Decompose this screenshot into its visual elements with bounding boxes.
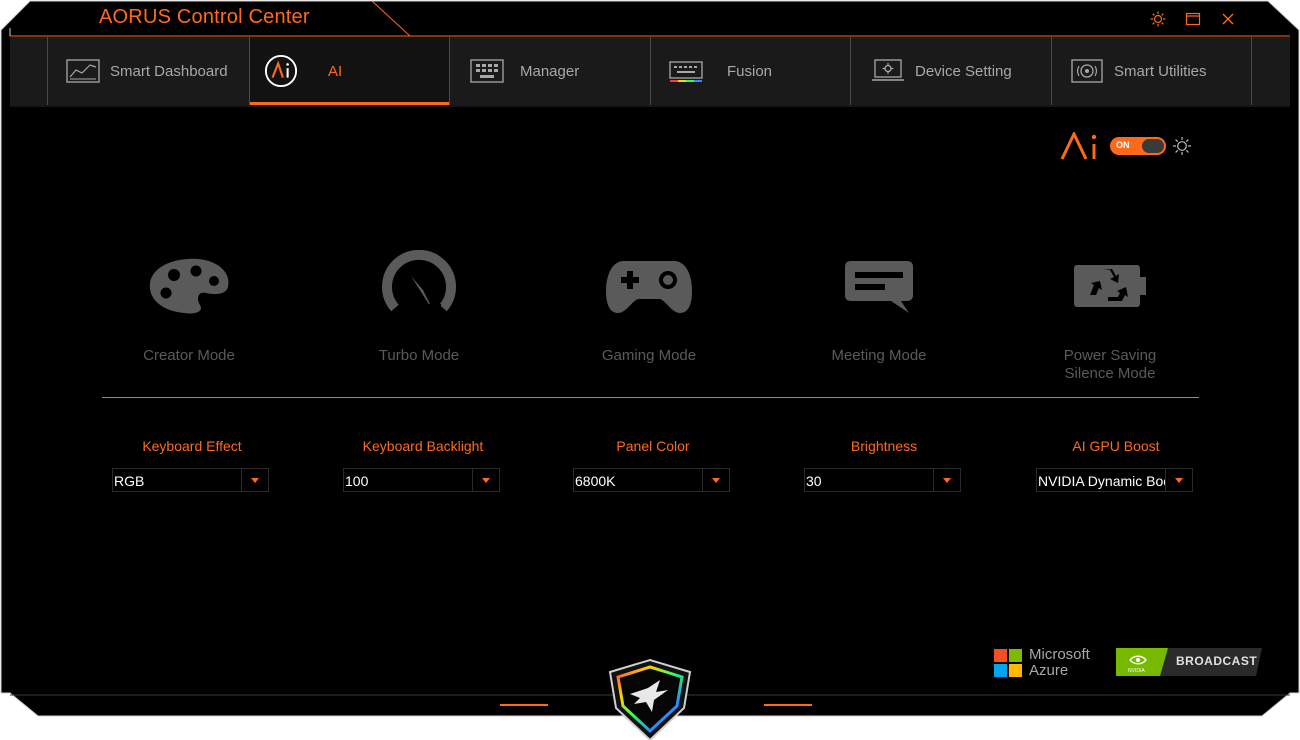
keyboard-effect-setting: Keyboard Effect RGB: [112, 438, 272, 492]
gamepad-icon: [559, 250, 739, 320]
keyboard-backlight-select[interactable]: 100: [343, 468, 500, 492]
dropdown-arrow-icon[interactable]: [702, 469, 729, 491]
recycle-battery-icon: [1020, 250, 1200, 320]
keyboard-effect-select[interactable]: RGB: [112, 468, 269, 492]
meeting-mode-button[interactable]: Meeting Mode: [789, 250, 969, 365]
brightness-label: Brightness: [850, 438, 918, 454]
ai-gpu-boost-setting: AI GPU Boost NVIDIA Dynamic Boost: [1036, 438, 1196, 492]
aorus-shield-logo: [608, 658, 692, 740]
aorus-control-center-window: AORUS Control Center Smart Dashboard AI …: [0, 0, 1300, 740]
device-setting-icon: [871, 59, 905, 83]
speedometer-icon: [329, 250, 509, 320]
section-divider: [102, 397, 1199, 398]
main-tab-bar: Smart Dashboard AI Manager Fusion Device…: [10, 37, 1290, 105]
ai-gpu-boost-label: AI GPU Boost: [1072, 438, 1160, 454]
app-title: AORUS Control Center: [99, 6, 310, 28]
panel-color-label: Panel Color: [616, 438, 690, 454]
close-icon: [1222, 13, 1234, 25]
microsoft-text: Microsoft: [1029, 646, 1090, 663]
dropdown-arrow-icon[interactable]: [472, 469, 499, 491]
broadcast-text: BROADCAST: [1176, 654, 1258, 668]
brightness-select[interactable]: 30: [804, 468, 961, 492]
dashboard-icon: [66, 59, 100, 83]
palette-icon: [99, 250, 279, 320]
nvidia-broadcast-logo: NVIDIA BROADCAST: [1116, 648, 1262, 676]
chat-bubble-icon: [789, 250, 969, 320]
mode-label-line1: Power Saving: [1063, 347, 1157, 364]
brightness-setting: Brightness 30: [804, 438, 964, 492]
ai-logo-icon: [1060, 132, 1097, 160]
power-saving-silence-mode-button[interactable]: Power Saving Silence Mode: [1020, 250, 1200, 383]
close-button[interactable]: [1217, 8, 1239, 30]
gear-icon: [1150, 11, 1166, 27]
maximize-button[interactable]: [1182, 8, 1204, 30]
dropdown-arrow-icon[interactable]: [1165, 469, 1192, 491]
fusion-keyboard-icon: [669, 59, 703, 83]
microsoft-azure-logo: Microsoft Azure: [994, 647, 1090, 679]
dropdown-arrow-icon[interactable]: [933, 469, 960, 491]
ai-toggle-group: ON: [1060, 132, 1192, 160]
keyboard-backlight-label: Keyboard Backlight: [362, 438, 484, 454]
panel-color-setting: Panel Color 6800K: [573, 438, 733, 492]
turbo-mode-button[interactable]: Turbo Mode: [329, 250, 509, 365]
tab-smart-utilities[interactable]: Smart Utilities: [1051, 37, 1252, 105]
dropdown-arrow-icon[interactable]: [241, 469, 268, 491]
nvidia-small-text: NVIDIA: [1128, 668, 1145, 674]
smart-utilities-icon: [1070, 59, 1104, 83]
ai-logo-icon: [264, 54, 298, 88]
tab-smart-dashboard[interactable]: Smart Dashboard: [47, 37, 249, 105]
keyboard-effect-label: Keyboard Effect: [142, 438, 242, 454]
keyboard-backlight-setting: Keyboard Backlight 100: [343, 438, 503, 492]
ai-on-toggle[interactable]: ON: [1110, 137, 1166, 155]
creator-mode-button[interactable]: Creator Mode: [99, 250, 279, 365]
microsoft-logo-icon: [994, 649, 1022, 677]
tab-device-setting[interactable]: Device Setting: [850, 37, 1051, 105]
maximize-icon: [1185, 12, 1201, 26]
mode-label-line2: Silence Mode: [1064, 365, 1156, 382]
tab-ai[interactable]: AI: [249, 37, 449, 105]
manager-icon: [470, 59, 504, 83]
ai-gpu-boost-select[interactable]: NVIDIA Dynamic Boost: [1036, 468, 1193, 492]
toggle-knob: [1142, 139, 1164, 153]
ai-settings-gear-icon[interactable]: [1172, 136, 1192, 156]
gaming-mode-button[interactable]: Gaming Mode: [559, 250, 739, 365]
settings-gear-button[interactable]: [1147, 8, 1169, 30]
tab-manager[interactable]: Manager: [449, 37, 650, 105]
panel-color-select[interactable]: 6800K: [573, 468, 730, 492]
tab-fusion[interactable]: Fusion: [650, 37, 850, 105]
azure-text: Azure: [1029, 662, 1069, 679]
